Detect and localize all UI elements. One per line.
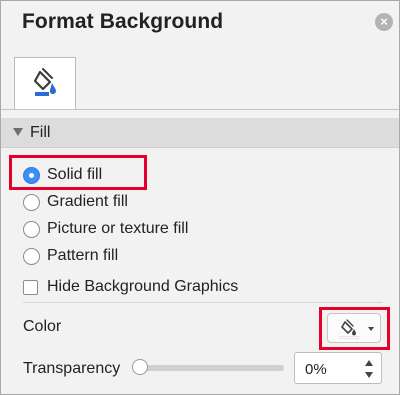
transparency-spinner (294, 352, 382, 384)
spinner-down-arrow-icon[interactable] (365, 372, 373, 378)
gradient-fill-radio[interactable] (23, 193, 40, 211)
format-background-pane: Format Background × Fill Solid fill Grad… (0, 0, 400, 395)
fill-section-label: Fill (30, 124, 51, 141)
picture-or-texture-fill-option[interactable]: Picture or texture fill (23, 217, 188, 241)
pattern-fill-radio[interactable] (23, 247, 40, 265)
transparency-slider-thumb[interactable] (132, 359, 148, 375)
fill-section-header[interactable]: Fill (1, 118, 399, 148)
collapse-triangle-icon (13, 128, 23, 136)
pattern-fill-option[interactable]: Pattern fill (23, 244, 118, 268)
paint-bucket-icon (341, 319, 356, 336)
gradient-fill-label: Gradient fill (47, 193, 128, 210)
color-picker-button[interactable] (327, 313, 381, 343)
color-swatch (339, 336, 359, 339)
close-icon[interactable]: × (375, 13, 393, 31)
paint-bucket-icon (33, 68, 56, 96)
tab-strip (1, 57, 399, 110)
hide-background-graphics-option[interactable]: Hide Background Graphics (23, 275, 238, 299)
spinner-up-arrow-icon[interactable] (365, 360, 373, 366)
section-divider (23, 302, 383, 303)
tab-fill-and-line[interactable] (14, 57, 76, 109)
pane-title: Format Background (22, 10, 224, 33)
hide-background-graphics-checkbox[interactable] (23, 279, 38, 295)
pattern-fill-label: Pattern fill (47, 247, 119, 264)
chevron-down-icon (368, 327, 374, 331)
solid-fill-label: Solid fill (47, 166, 103, 183)
hide-background-graphics-label: Hide Background Graphics (47, 278, 239, 295)
color-label: Color (23, 318, 62, 335)
transparency-slider-track[interactable] (138, 365, 284, 371)
picture-or-texture-fill-radio[interactable] (23, 220, 40, 238)
gradient-fill-option[interactable]: Gradient fill (23, 190, 128, 214)
transparency-input[interactable] (303, 359, 362, 379)
picture-or-texture-fill-label: Picture or texture fill (47, 220, 189, 237)
transparency-label: Transparency (23, 360, 121, 377)
solid-fill-option[interactable]: Solid fill (23, 163, 102, 187)
solid-fill-radio[interactable] (23, 166, 40, 184)
